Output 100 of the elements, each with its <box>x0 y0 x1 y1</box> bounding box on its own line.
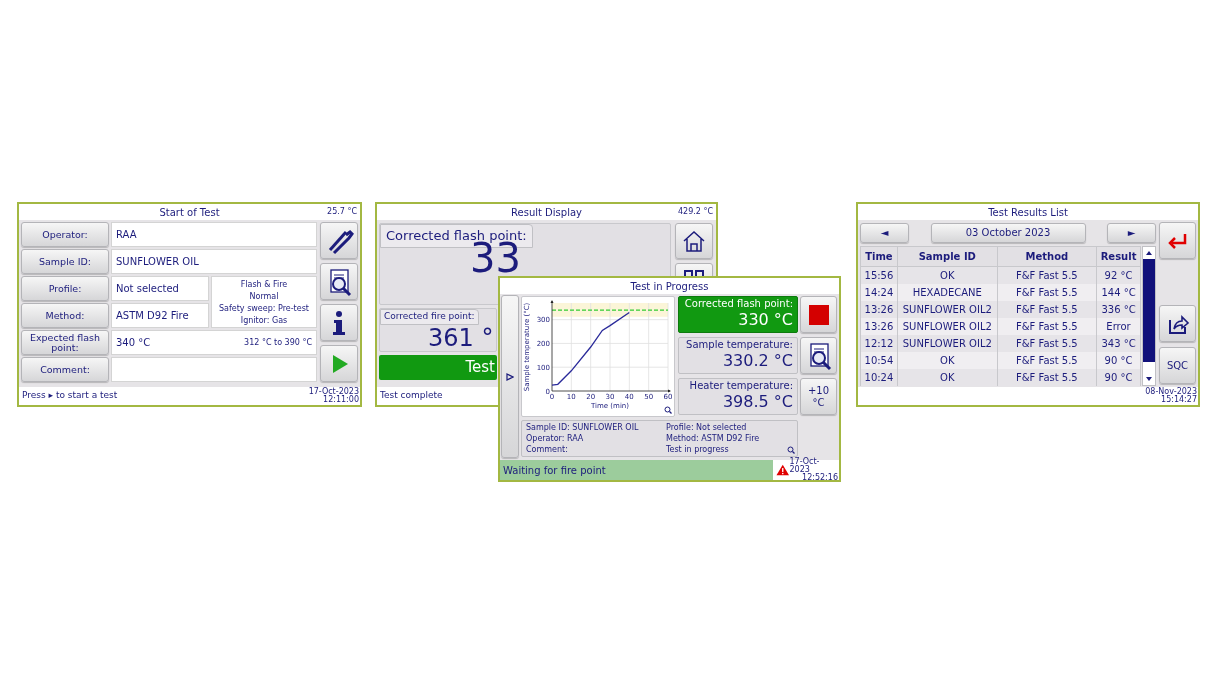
method-detail-text: Ignitor: Gas <box>240 314 288 326</box>
table-cell: 10:24 <box>860 368 898 386</box>
column-header: Method <box>997 246 1097 267</box>
table-cell: Error <box>1096 317 1141 335</box>
column-header: Sample ID <box>897 246 998 267</box>
info-text: Comment: <box>526 444 568 455</box>
input-field[interactable]: SUNFLOWER OIL <box>111 249 317 274</box>
info-text: Sample ID: SUNFLOWER OIL <box>526 422 639 433</box>
window-title: Test in Progress <box>630 279 709 294</box>
table-cell: F&F Fast 5.5 <box>997 368 1097 386</box>
readout-label: Heater temperature: <box>689 379 793 392</box>
temperature-offset-button[interactable]: +10 °C <box>800 378 837 415</box>
zoom-icon <box>664 406 672 414</box>
date-selector[interactable]: 03 October 2023 <box>930 222 1086 243</box>
table-cell: SUNFLOWER OIL2 <box>897 334 998 352</box>
input-field[interactable] <box>111 357 317 382</box>
readout-label: Corrected flash point: <box>684 297 793 310</box>
stop-icon <box>808 304 829 325</box>
settings-button[interactable] <box>320 222 358 259</box>
column-header: Time <box>860 246 898 267</box>
table-cell: 12:12 <box>860 334 898 352</box>
time-text: 15:14:27 <box>1161 396 1197 404</box>
table-cell: F&F Fast 5.5 <box>997 334 1097 352</box>
date-text: 17-Oct-2023 <box>789 458 820 474</box>
table-cell: 13:26 <box>860 317 898 335</box>
readout-value: 330 °C <box>738 310 793 330</box>
window-title: Start of Test <box>159 205 220 220</box>
table-cell: 92 °C <box>1096 266 1141 284</box>
field-value: 340 °C <box>116 336 151 350</box>
home-button[interactable] <box>675 223 713 259</box>
table-cell: F&F Fast 5.5 <box>997 351 1097 369</box>
zoom-icon <box>787 446 795 454</box>
previous-date-button[interactable]: ◄ <box>860 222 909 243</box>
readout-label: Sample temperature: <box>686 338 793 351</box>
result-value: 361 ° <box>428 324 494 352</box>
table-cell: 13:26 <box>860 300 898 318</box>
field-label-button[interactable]: Comment: <box>21 357 109 382</box>
scrollbar-thumb[interactable] <box>1143 259 1155 362</box>
column-header: Result <box>1096 246 1141 267</box>
table-cell: HEXADECANE <box>897 283 998 301</box>
status-text: Test complete <box>379 389 444 403</box>
field-label-button[interactable]: Operator: <box>21 222 109 247</box>
input-field[interactable]: RAA <box>111 222 317 247</box>
stop-button[interactable] <box>800 296 837 333</box>
warning-icon <box>775 464 790 476</box>
status-bar: Waiting for fire point <box>500 460 773 480</box>
date-text: 17-Oct-2023 <box>308 388 359 396</box>
table-cell: OK <box>897 368 998 386</box>
table-cell: 343 °C <box>1096 334 1141 352</box>
input-field[interactable]: ASTM D92 Fire <box>111 303 209 328</box>
table-cell: F&F Fast 5.5 <box>997 300 1097 318</box>
field-label-button[interactable]: Profile: <box>21 276 109 301</box>
date-text: 08-Nov-2023 <box>1145 388 1197 396</box>
range-text: 312 °C to 390 °C <box>244 336 312 349</box>
field-label-button[interactable]: Sample ID: <box>21 249 109 274</box>
triangle-icon <box>506 372 514 381</box>
temperature-reading: 429.2 °C <box>677 207 713 217</box>
method-detail-text: Normal <box>249 290 279 302</box>
table-cell: SUNFLOWER OIL2 <box>897 317 998 335</box>
table-cell: 144 °C <box>1096 283 1141 301</box>
info-text: Method: ASTM D92 Fire <box>666 433 760 444</box>
time-text: 12:52:16 <box>802 474 838 482</box>
export-button[interactable] <box>1159 305 1196 342</box>
input-field[interactable]: Not selected <box>111 276 209 301</box>
view-button[interactable] <box>320 263 358 300</box>
table-cell: OK <box>897 351 998 369</box>
table-cell: 10:54 <box>860 351 898 369</box>
input-field[interactable]: 340 °C 312 °C to 390 °C <box>111 330 317 355</box>
table-cell: 14:24 <box>860 283 898 301</box>
table-cell: 90 °C <box>1096 351 1141 369</box>
table-cell: F&F Fast 5.5 <box>997 317 1097 335</box>
info-text: Profile: Not selected <box>666 422 747 433</box>
field-label-button[interactable]: Expected flash point: <box>21 330 109 355</box>
info-text: Test in progress <box>666 444 729 455</box>
table-cell: 90 °C <box>1096 368 1141 386</box>
table-cell: OK <box>897 266 998 284</box>
table-cell: SUNFLOWER OIL2 <box>897 300 998 318</box>
scrollbar[interactable] <box>1142 246 1156 386</box>
method-detail-text: Flash & Fire <box>240 278 288 290</box>
temperature-reading: 25.7 °C <box>327 207 357 217</box>
field-label-button[interactable]: Method: <box>21 303 109 328</box>
view-button[interactable] <box>800 337 837 374</box>
info-text: Operator: RAA <box>526 433 584 444</box>
table-cell: F&F Fast 5.5 <box>997 283 1097 301</box>
method-detail-text: Safety sweep: Pre-test <box>219 302 309 314</box>
info-button[interactable] <box>320 304 358 341</box>
status-text: Press ▸ to start a test <box>21 389 119 403</box>
readout-value: 398.5 °C <box>722 392 793 412</box>
table-cell: 336 °C <box>1096 300 1141 318</box>
table-cell: F&F Fast 5.5 <box>997 266 1097 284</box>
test-result-button[interactable]: Test <box>379 355 497 380</box>
window-title: Result Display <box>511 205 582 220</box>
back-button[interactable] <box>1159 222 1196 259</box>
time-text: 12:11:00 <box>323 396 359 404</box>
start-button[interactable] <box>320 345 358 382</box>
readout-value: 330.2 °C <box>722 351 793 371</box>
result-label: Corrected fire point: <box>380 309 479 325</box>
sqc-button[interactable]: SQC <box>1159 347 1196 384</box>
window-title: Test Results List <box>988 205 1068 220</box>
next-date-button[interactable]: ► <box>1107 222 1156 243</box>
